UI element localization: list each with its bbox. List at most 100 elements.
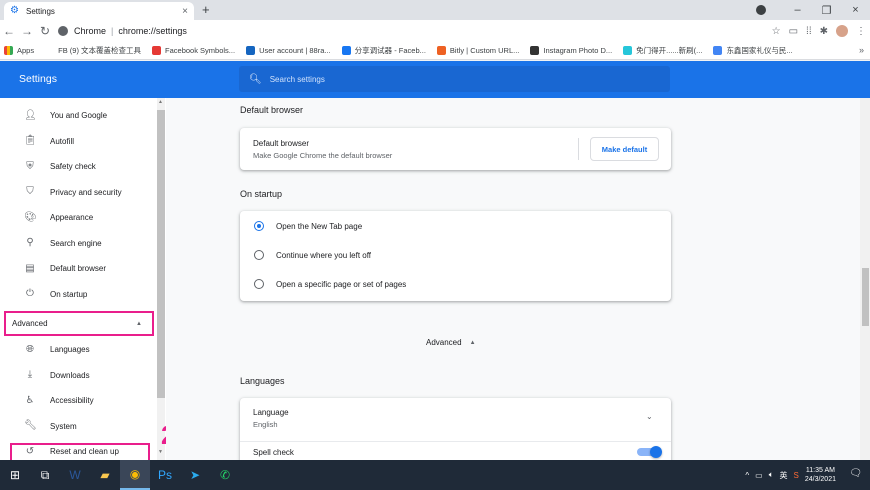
extensions-puzzle-icon[interactable]: ✱: [820, 26, 828, 37]
volume-icon[interactable]: 🔈︎: [769, 470, 774, 480]
bookmark-label: Facebook Symbols...: [165, 46, 236, 55]
sidebar-item-appearance[interactable]: 🎨︎ Appearance: [0, 205, 155, 230]
clock[interactable]: 11:35 AM 24/3/2021: [805, 466, 836, 484]
chrome-taskbar-icon[interactable]: ◉: [120, 460, 150, 490]
network-icon[interactable]: ▭: [755, 471, 763, 480]
bookmark-star-icon[interactable]: ☆: [772, 26, 781, 37]
input-language[interactable]: 英: [780, 470, 788, 481]
tab-title: Settings: [26, 6, 55, 16]
sidebar-item-label: Autofill: [50, 136, 75, 146]
search-box[interactable]: 🔍︎: [239, 66, 670, 92]
radio-unselected[interactable]: [254, 250, 264, 260]
toggle-knob: [650, 446, 662, 458]
minimize-button[interactable]: –: [783, 4, 812, 16]
startup-option-continue[interactable]: Continue where you left off: [254, 245, 371, 265]
advanced-section-toggle[interactable]: Advanced ▲: [426, 338, 476, 347]
bookmark-label: FB (9) 文本覆盖检查工具: [58, 46, 142, 55]
sidebar-item-on-startup[interactable]: ⏻ On startup: [0, 282, 155, 307]
startup-option-specific-pages[interactable]: Open a specific page or set of pages: [254, 274, 406, 294]
whatsapp-icon[interactable]: ✆: [210, 460, 240, 490]
task-view-icon[interactable]: ⧉: [30, 460, 60, 490]
notification-icon[interactable]: 🗨︎: [849, 468, 862, 479]
restore-button[interactable]: ❐: [812, 4, 841, 17]
sidebar-item-search-engine[interactable]: ⚲ Search engine: [0, 231, 155, 256]
clipboard-icon: 📋︎: [24, 135, 37, 146]
sidebar-item-safety-check[interactable]: ⛨ Safety check: [0, 154, 155, 179]
bookmark-item[interactable]: Apps: [4, 46, 34, 55]
bookmarks-overflow-icon[interactable]: »: [859, 45, 864, 55]
back-arrow-icon[interactable]: ←: [0, 24, 18, 38]
word-icon[interactable]: W: [60, 460, 90, 490]
sidebar-advanced-label: Advanced: [12, 319, 48, 328]
apps-grid-icon: [4, 46, 13, 55]
bookmark-item[interactable]: Facebook Symbols...: [152, 46, 235, 55]
default-browser-card: Default browser Make Google Chrome the d…: [240, 128, 671, 170]
startup-option-new-tab[interactable]: Open the New Tab page: [254, 216, 362, 236]
make-default-button[interactable]: Make default: [590, 137, 659, 161]
sidebar-item-languages[interactable]: 🌐︎ Languages: [0, 337, 155, 362]
sogou-icon[interactable]: S: [794, 471, 799, 480]
bookmark-favicon-icon: [623, 46, 633, 55]
settings-main: Default browser Default browser Make Goo…: [166, 98, 860, 460]
shield-check-icon: ⛨: [26, 160, 34, 172]
telegram-icon[interactable]: ➤: [180, 460, 210, 490]
radio-unselected[interactable]: [254, 279, 264, 289]
palette-icon: 🎨︎: [24, 211, 37, 223]
sidebar-item-you-and-google[interactable]: 👤︎ You and Google: [0, 103, 155, 128]
sidebar-item-downloads[interactable]: ⤓ Downloads: [0, 363, 155, 388]
sidebar-item-label: Languages: [50, 345, 90, 354]
avatar[interactable]: [836, 25, 848, 37]
bookmark-favicon-icon: [530, 46, 540, 55]
sidebar-item-autofill[interactable]: 📋︎ Autofill: [0, 129, 155, 154]
photoshop-icon[interactable]: Ps: [150, 460, 180, 490]
forward-arrow-icon[interactable]: →: [18, 24, 36, 38]
menu-kebab-icon[interactable]: ⋮: [856, 26, 866, 37]
chevron-up-icon[interactable]: ^: [745, 471, 749, 480]
extension-grid-icon[interactable]: ⁞⁞: [806, 26, 812, 37]
cast-icon[interactable]: ▭: [789, 26, 798, 37]
system-tray: ^ ▭ 🔈︎ 英 S 11:35 AM 24/3/2021: [745, 460, 836, 490]
bookmark-label: User account | 88ra...: [259, 46, 331, 55]
bookmark-item[interactable]: 东鑫国家礼仪与民...: [713, 45, 793, 56]
section-title-default-browser: Default browser: [240, 105, 304, 115]
sidebar-item-privacy-and-security[interactable]: ⛉ Privacy and security: [0, 180, 155, 205]
radio-selected[interactable]: [254, 221, 264, 231]
sidebar-item-accessibility[interactable]: ♿︎ Accessibility: [0, 388, 155, 413]
reload-icon[interactable]: ↻: [36, 24, 54, 38]
windows-start-icon[interactable]: ⊞: [0, 460, 30, 490]
bookmark-item[interactable]: User account | 88ra...: [246, 46, 331, 55]
chevron-down-icon[interactable]: ⌄: [646, 412, 653, 421]
bookmark-item[interactable]: FB (9) 文本覆盖检查工具: [45, 45, 141, 56]
address-bar[interactable]: Chrome | chrome://settings: [58, 22, 740, 40]
section-title-on-startup: On startup: [240, 189, 283, 199]
window-controls: – ❐ ×: [783, 0, 870, 20]
person-icon: 👤︎: [24, 109, 37, 121]
page-scrollbar-thumb[interactable]: [862, 268, 869, 326]
bookmark-favicon-icon: [436, 46, 446, 55]
search-icon: 🔍︎: [249, 73, 262, 85]
startup-option-label: Continue where you left off: [276, 250, 372, 260]
bookmark-item[interactable]: 免门得开......新刷(...: [623, 45, 702, 56]
browser-icon: ▤: [25, 262, 35, 274]
sidebar-item-system[interactable]: 🔧︎ System: [0, 414, 155, 439]
bookmarks-bar: Apps FB (9) 文本覆盖检查工具 Facebook Symbols... Us…: [0, 42, 870, 60]
tab-strip: ⚙ Settings × + – ❐ ×: [0, 0, 870, 20]
new-tab-button[interactable]: +: [202, 2, 210, 17]
chevron-up-icon: ▲: [469, 339, 476, 346]
close-tab-icon[interactable]: ×: [182, 6, 188, 17]
search-input[interactable]: [269, 74, 650, 84]
sidebar-item-default-browser[interactable]: ▤ Default browser: [0, 256, 155, 281]
profile-icon[interactable]: [756, 5, 766, 15]
close-window-button[interactable]: ×: [841, 4, 870, 16]
omnibox-url: chrome://settings: [118, 26, 187, 36]
spell-check-toggle[interactable]: [637, 446, 662, 458]
bookmark-item[interactable]: Bitly | Custom URL...: [436, 46, 519, 55]
sidebar-advanced-toggle[interactable]: Advanced ▲: [4, 311, 154, 336]
settings-header: Settings 🔍︎: [0, 61, 870, 98]
bookmark-item[interactable]: Instagram Photo D...: [530, 46, 612, 55]
file-explorer-icon[interactable]: ▰: [90, 460, 120, 490]
bookmark-item[interactable]: 分享调试器 - Faceb...: [341, 45, 426, 56]
scroll-up-arrow-icon[interactable]: ▲: [158, 99, 163, 105]
tab-settings[interactable]: ⚙ Settings ×: [4, 2, 194, 20]
sidebar-scrollbar-thumb[interactable]: [157, 110, 165, 398]
